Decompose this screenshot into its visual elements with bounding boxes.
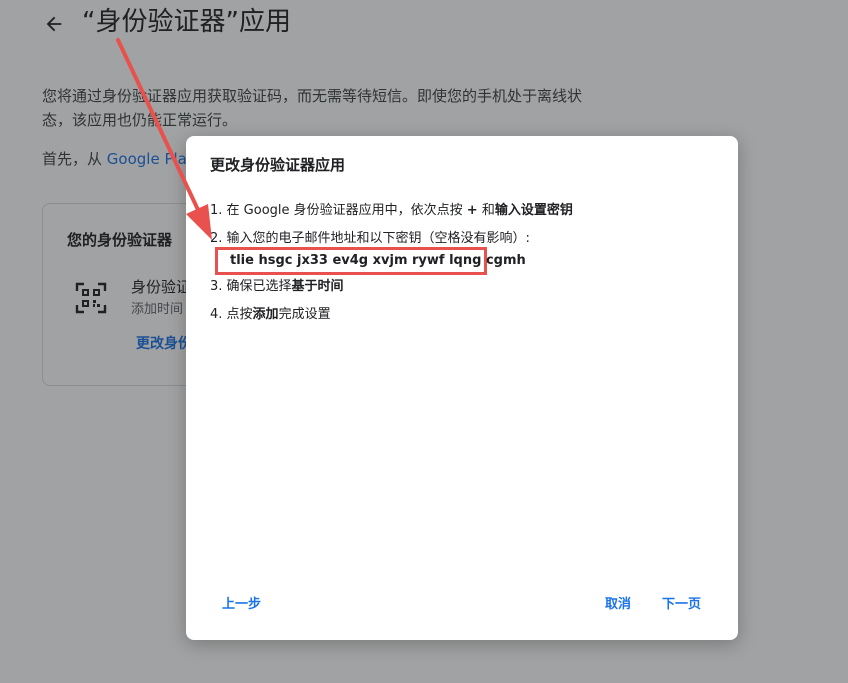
step-3-bold: 基于时间	[291, 279, 344, 294]
step-4-prefix: 4. 点按	[210, 307, 253, 322]
step-4-suffix: 完成设置	[278, 307, 331, 322]
change-authenticator-dialog: 更改身份验证器应用 1. 在 Google 身份验证器应用中，依次点按 + 和输…	[186, 136, 738, 640]
step-1-bold: 输入设置密钥	[494, 203, 573, 218]
step-1-and: 和	[477, 203, 495, 218]
step-4-bold: 添加	[252, 307, 279, 322]
step-4: 4. 点按添加完成设置	[210, 304, 331, 326]
secret-key: tlie hsgc jx33 ev4g xvjm rywf lqng cgmh	[215, 247, 526, 275]
step-1-prefix: 1. 在 Google 身份验证器应用中，依次点按	[210, 203, 467, 218]
step-3-prefix: 3. 确保已选择	[210, 279, 292, 294]
next-button[interactable]: 下一页	[660, 590, 703, 620]
step-1: 1. 在 Google 身份验证器应用中，依次点按 + 和输入设置密钥	[210, 200, 573, 222]
step-1-plus: +	[466, 203, 478, 218]
dialog-title: 更改身份验证器应用	[210, 156, 346, 174]
step-3: 3. 确保已选择基于时间	[210, 276, 344, 298]
cancel-button[interactable]: 取消	[603, 590, 633, 620]
previous-button[interactable]: 上一步	[220, 590, 263, 620]
